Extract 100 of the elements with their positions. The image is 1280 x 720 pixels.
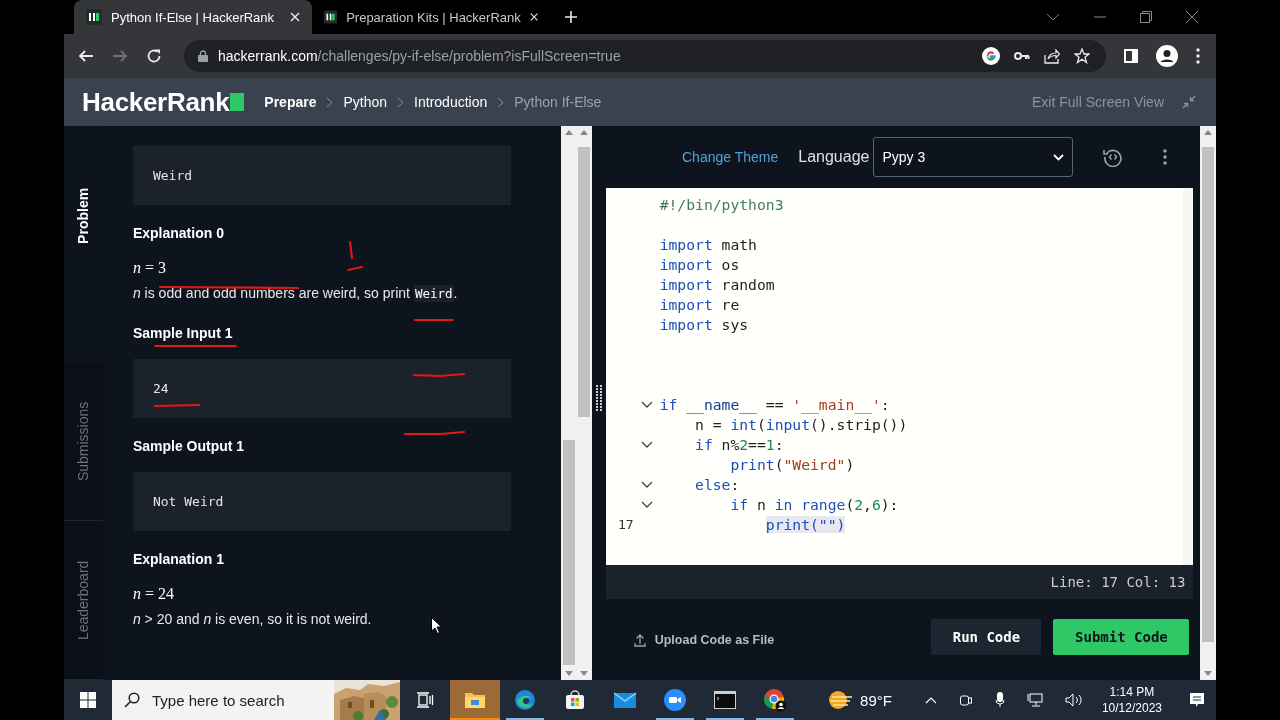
submit-code-button[interactable]: Submit Code	[1053, 619, 1190, 655]
scrollbar[interactable]	[560, 126, 577, 680]
terminal-icon	[714, 691, 736, 709]
side-tab[interactable]: Leaderboard	[64, 520, 103, 680]
annotation-mark	[403, 430, 466, 436]
hackerrank-logo[interactable]: HackerRank	[82, 86, 245, 118]
fold-chevron-icon[interactable]	[640, 400, 653, 408]
explanation-text: n > 20 and n is even, so it is not weird.	[132, 611, 372, 627]
run-code-button[interactable]: Run Code	[931, 619, 1042, 655]
fold-chevron-icon[interactable]	[640, 480, 653, 488]
breadcrumb-link[interactable]: Python	[343, 94, 388, 110]
code-line: #!/bin/python3	[659, 195, 784, 213]
upload-icon	[633, 633, 646, 647]
microphone-icon[interactable]	[994, 692, 1005, 708]
key-icon[interactable]	[1014, 51, 1030, 61]
folder-icon	[464, 691, 486, 709]
chevron-right-icon	[397, 96, 405, 108]
back-icon[interactable]	[78, 48, 94, 64]
search-icon	[124, 692, 140, 708]
scroll-up-icon[interactable]	[1204, 130, 1213, 135]
language-dropdown[interactable]: Pypy 3	[873, 137, 1074, 177]
more-icon[interactable]	[1163, 149, 1168, 165]
code-line: import random	[659, 275, 775, 293]
math-formula: n = 3	[132, 259, 166, 277]
code-line: if __name__ == '__main__':	[659, 395, 890, 413]
change-theme-link[interactable]: Change Theme	[682, 149, 779, 165]
section-heading: Sample Input 1	[132, 325, 234, 341]
reload-icon[interactable]	[146, 48, 162, 64]
scrollbar[interactable]	[576, 126, 593, 680]
code-line: import sys	[659, 315, 749, 333]
site-favicon-icon	[86, 9, 102, 25]
browser-tab[interactable]: Preparation Kits | HackerRank	[312, 0, 550, 34]
explanation-text: n is odd and odd numbers are weird, so print Weird.	[132, 285, 458, 301]
mail-icon	[614, 691, 636, 709]
annotation-mark	[348, 240, 354, 260]
mouse-cursor-icon	[431, 617, 442, 634]
lock-icon	[198, 50, 208, 62]
history-icon[interactable]	[1103, 147, 1124, 167]
annotation-mark	[412, 372, 466, 378]
chevron-down-icon	[1053, 153, 1065, 161]
new-tab-icon[interactable]	[564, 10, 578, 24]
language-label: Language	[798, 148, 870, 166]
store-bag-icon	[565, 690, 585, 710]
breadcrumb-link[interactable]: Python If-Else	[514, 94, 602, 110]
tab-search-icon[interactable]	[1046, 13, 1060, 21]
breadcrumb-link[interactable]: Prepare	[264, 94, 317, 110]
code-line: import math	[659, 235, 757, 253]
side-tab[interactable]: Problem	[64, 126, 103, 362]
sample-text: Not Weird	[152, 494, 224, 509]
taskbar-clock[interactable]: 1:14 PM 10/12/2023	[1101, 685, 1162, 715]
fold-chevron-icon[interactable]	[640, 500, 653, 508]
code-line: if n in range(2,6):	[729, 495, 899, 513]
cursor-position-text: Line: 17 Col: 13	[1050, 574, 1186, 590]
line-number: 17	[618, 516, 634, 532]
code-editor[interactable]: #!/bin/python3 import math import os import random import re import sys if __name__ == '__main__': n = int(input().strip()) if n%2==1: print("Weird") else: if n in range(2,6): 17 print("")	[605, 188, 1194, 565]
side-tab[interactable]: Submissions	[64, 361, 103, 521]
bookmark-star-icon[interactable]	[1074, 48, 1090, 64]
section-heading: Explanation 1	[132, 551, 225, 567]
taskbar-search-field[interactable]: Type here to search	[112, 680, 400, 720]
fold-chevron-icon[interactable]	[640, 440, 653, 448]
task-view-icon	[416, 692, 434, 708]
close-icon[interactable]	[1186, 11, 1198, 23]
collapse-arrows-icon[interactable]	[1182, 95, 1196, 109]
share-icon[interactable]	[1044, 48, 1060, 64]
profile-avatar-icon[interactable]	[1156, 45, 1178, 67]
splitter-handle-icon[interactable]	[595, 385, 602, 413]
annotation-mark	[413, 318, 455, 322]
code-line: if n%2==1:	[694, 435, 784, 453]
code-line: print("Weird")	[729, 455, 855, 473]
math-formula: n = 24	[132, 585, 174, 603]
windows-start-icon[interactable]	[80, 692, 96, 708]
scroll-down-icon[interactable]	[1204, 671, 1213, 676]
sample-text: 24	[152, 381, 169, 396]
side-panel-icon[interactable]	[1124, 49, 1138, 63]
section-heading: Explanation 0	[132, 225, 225, 241]
code-line: else:	[694, 475, 740, 493]
sample-text: Weird	[152, 168, 193, 183]
weather-temperature[interactable]: 89°F	[860, 691, 892, 709]
browser-tab[interactable]: Python If-Else | HackerRank	[74, 0, 312, 34]
volume-icon[interactable]	[1064, 693, 1083, 707]
chevron-right-icon	[497, 96, 505, 108]
annotation-mark	[346, 265, 364, 272]
camera-icon[interactable]	[958, 693, 973, 707]
edge-browser-icon	[514, 689, 536, 711]
section-heading: Sample Output 1	[132, 438, 246, 454]
menu-icon[interactable]	[1196, 48, 1200, 64]
notifications-icon[interactable]	[1189, 692, 1205, 708]
chevron-up-icon[interactable]	[924, 696, 937, 704]
code-line: n = int(input().strip())	[694, 415, 908, 433]
code-line: import re	[659, 295, 740, 313]
restore-icon[interactable]	[1140, 11, 1152, 23]
annotation-mark	[153, 403, 201, 408]
address-field[interactable]: hackerrank.com/challenges/py-if-else/problem?isFullScreen=true	[184, 40, 1106, 72]
weather-sun-icon[interactable]	[828, 690, 853, 710]
chevron-right-icon	[326, 96, 334, 108]
upload-link[interactable]: Upload Code as File	[633, 633, 775, 647]
scrollbar[interactable]	[1200, 126, 1216, 680]
breadcrumb-link[interactable]: Introduction	[414, 94, 488, 110]
network-icon[interactable]	[1026, 693, 1043, 707]
google-icon[interactable]	[982, 47, 1000, 65]
